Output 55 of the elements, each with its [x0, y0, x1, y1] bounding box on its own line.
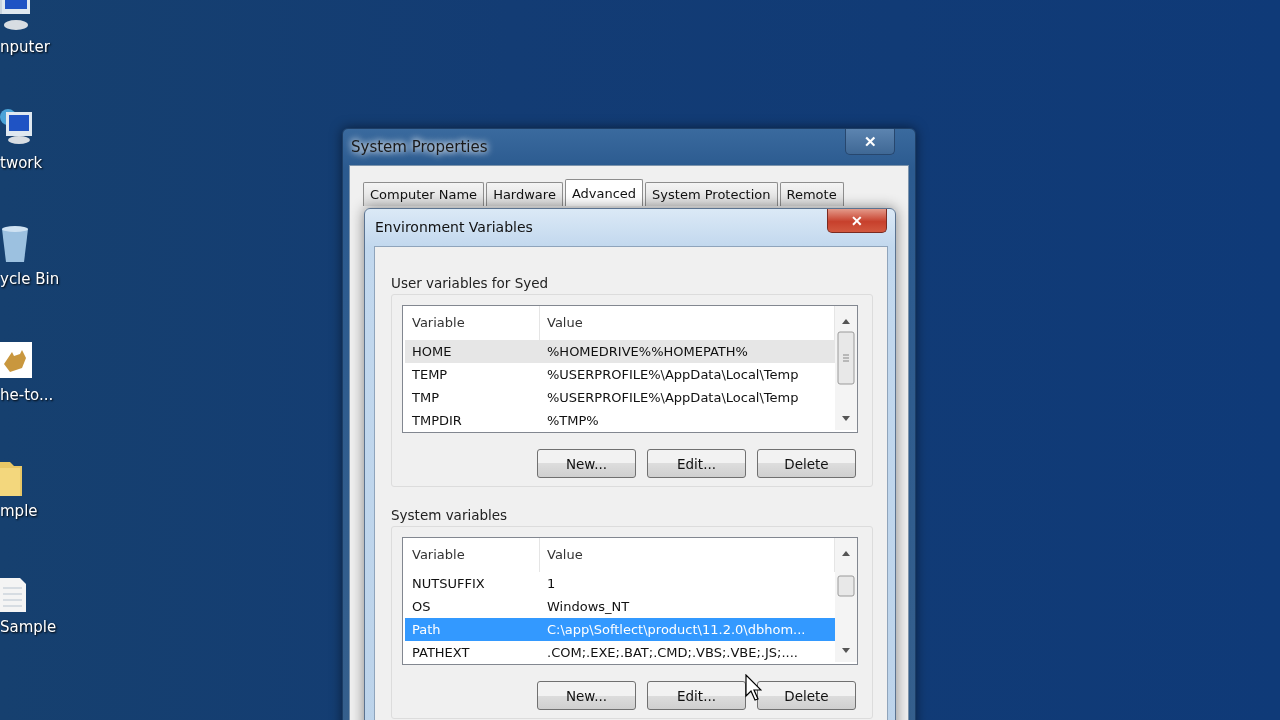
computer-icon	[0, 0, 30, 31]
dialog-button[interactable]: Delete	[757, 449, 856, 478]
close-button[interactable]: ✕	[827, 209, 887, 233]
desktop-icon-label[interactable]: ycle Bin	[0, 270, 60, 288]
list-cell-text: OS	[411, 599, 432, 614]
list-cell-text: TMPDIR	[411, 413, 463, 428]
tab[interactable]: Hardware	[486, 182, 563, 206]
group-label: User variables for Syed	[391, 275, 549, 291]
list-cell-text: %TMP%	[546, 413, 600, 428]
list-row[interactable]: HOME %HOMEDRIVE%%HOMEPATH%	[405, 340, 835, 363]
list-cell-text: NUTSUFFIX	[411, 576, 486, 591]
recycle-bin-icon	[0, 226, 30, 262]
network-icon	[0, 108, 32, 144]
list-cell-text: PATHEXT	[411, 645, 471, 660]
list-cell-text: %HOMEDRIVE%%HOMEPATH%	[546, 344, 749, 359]
tab[interactable]: Advanced	[564, 179, 644, 206]
dialog-title: Environment Variables	[375, 219, 533, 235]
list-cell-text: 1	[546, 576, 557, 591]
desktop-icon-label[interactable]: he-to...	[0, 386, 54, 404]
tab[interactable]: System Protection	[645, 182, 778, 206]
list-row[interactable]: OS Windows_NT	[405, 595, 835, 618]
dialog-button[interactable]: New...	[537, 449, 636, 478]
desktop-icon-label[interactable]: nputer	[0, 38, 50, 56]
scrollbar[interactable]	[835, 306, 857, 430]
dialog-button[interactable]: New...	[537, 681, 636, 710]
list-cell-text: .COM;.EXE;.BAT;.CMD;.VBS;.VBE;.JS;....	[546, 645, 799, 660]
group-label: System variables	[391, 507, 508, 523]
column-header[interactable]: Variable	[405, 538, 540, 572]
list-row[interactable]: TMPDIR %TMP%	[405, 409, 835, 432]
folder-icon	[0, 462, 22, 496]
window-title: System Properties	[351, 138, 488, 156]
scrollbar[interactable]	[835, 538, 857, 662]
list-cell-text: %USERPROFILE%\AppData\Local\Temp	[546, 367, 800, 382]
desktop-icon-label[interactable]: Sample	[0, 618, 57, 636]
list-cell-text: TMP	[411, 390, 440, 405]
list-cell-text: Windows_NT	[546, 599, 631, 614]
list-row[interactable]: TMP %USERPROFILE%\AppData\Local\Temp	[405, 386, 835, 409]
dialog-button[interactable]: Edit...	[647, 681, 746, 710]
desktop-icon-label[interactable]: mple	[0, 502, 38, 520]
dialog-button[interactable]: Edit...	[647, 449, 746, 478]
dialog-button[interactable]: Delete	[757, 681, 856, 710]
document-icon	[0, 578, 26, 612]
list-cell-text: Path	[411, 622, 442, 637]
tab[interactable]: Remote	[779, 182, 844, 206]
tab[interactable]: Computer Name	[363, 182, 485, 206]
list-cell-text: HOME	[411, 344, 453, 359]
list-cell-text: TEMP	[411, 367, 449, 382]
mouse-pointer-icon	[745, 674, 762, 701]
list-row[interactable]: PATHEXT .COM;.EXE;.BAT;.CMD;.VBS;.VBE;.JS;....	[405, 641, 835, 664]
list-row[interactable]: NUTSUFFIX 1	[405, 572, 835, 595]
list-cell-text: C:\app\Softlect\product\11.2.0\dbhom...	[546, 622, 807, 637]
close-button[interactable]: ✕	[845, 129, 895, 155]
list-cell-text: %USERPROFILE%\AppData\Local\Temp	[546, 390, 800, 405]
list-row[interactable]: TEMP %USERPROFILE%\AppData\Local\Temp	[405, 363, 835, 386]
desktop-icon-label[interactable]: twork	[0, 154, 43, 172]
